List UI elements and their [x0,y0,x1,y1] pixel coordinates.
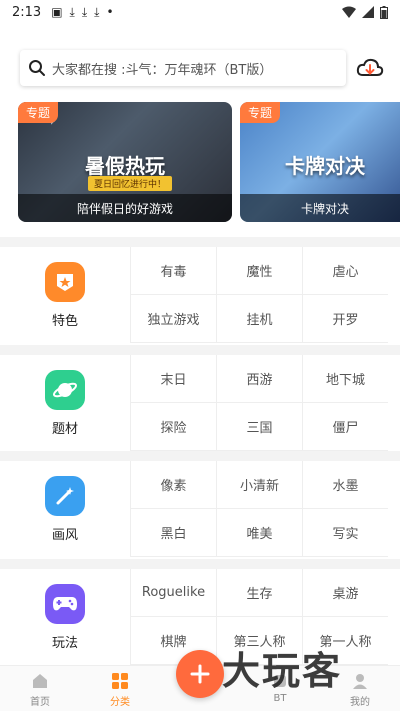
section-divider [0,345,400,355]
tag-item[interactable]: 唯美 [216,509,302,557]
section-divider [0,451,400,461]
category-label: 画风 [51,527,78,543]
category-label: 玩法 [51,635,78,651]
nav-label: 我的 [350,697,370,708]
banner-carousel: ✦ 专题 暑假热玩 夏日回忆进行中！ 陪伴假日的好游戏 专题 卡牌对决 卡牌对决 [18,102,400,222]
watermark: 大玩客 [222,648,343,693]
wifi-icon [342,6,356,18]
banner-headline: 暑假热玩 [85,154,165,178]
search-placeholder: 大家都在搜 :斗气：万年魂环（BT版） [52,62,273,78]
tag-item[interactable]: 黑白 [130,509,216,557]
tag-item[interactable]: 探险 [130,403,216,451]
download-icon: ⤓ [94,4,100,19]
tag-item[interactable]: 有毒 [130,247,216,295]
plus-icon [190,664,210,684]
banner-card-battle[interactable]: 专题 卡牌对决 卡牌对决 [240,102,400,222]
battery-icon [380,5,388,19]
home-icon [33,674,47,688]
signal-icon [362,6,374,18]
category-label: 题材 [51,421,78,437]
tag-grid: 有毒 魔性 虐心 独立游戏 挂机 开罗 [130,247,400,343]
banner-tag: 专题 [240,102,281,123]
tag-item[interactable]: 虐心 [302,247,388,295]
category-art-style-header[interactable]: 画风 [0,461,130,557]
tag-item[interactable]: Roguelike [130,569,216,617]
tag-item[interactable]: 像素 [130,461,216,509]
section-divider [0,559,400,569]
category-theme-header[interactable]: 题材 [0,355,130,451]
category-feature: 特色 有毒 魔性 虐心 独立游戏 挂机 开罗 [0,247,400,343]
user-icon [353,674,367,689]
tag-item[interactable]: 挂机 [216,295,302,343]
download-icon: ⤓ [81,4,88,19]
tag-item[interactable]: 末日 [130,355,216,403]
tag-item[interactable]: 独立游戏 [130,295,216,343]
dot-icon: • [106,4,114,19]
nav-label: 分类 [110,697,130,708]
banner-caption: 卡牌对决 [240,194,400,222]
planet-icon [45,369,85,410]
status-time: 2:13 [12,4,42,20]
download-icon: ⤓ [69,4,75,19]
category-label: 特色 [51,313,78,329]
section-divider [0,237,400,247]
tag-grid: 末日 西游 地下城 探险 三国 僵尸 [130,355,400,451]
nav-category[interactable]: 分类 [90,672,150,708]
image-icon: ▣ [51,4,63,19]
star-badge-icon [45,261,85,302]
nav-home[interactable]: 首页 [10,672,70,708]
tag-item[interactable]: 小清新 [216,461,302,509]
tag-item[interactable]: 生存 [216,569,302,617]
cloud-download-icon[interactable] [356,56,384,80]
nav-label: 首页 [30,697,50,708]
system-icons [342,5,388,19]
category-gameplay-header[interactable]: 玩法 [0,569,130,665]
tag-item[interactable]: 西游 [216,355,302,403]
add-button[interactable] [176,650,224,698]
tag-item[interactable]: 地下城 [302,355,388,403]
category-art-style: 画风 像素 小清新 水墨 黑白 唯美 写实 [0,461,400,557]
banner-headline: 卡牌对决 [285,154,365,178]
grid-icon [112,673,128,689]
category-feature-header[interactable]: 特色 [0,247,130,343]
banner-caption: 陪伴假日的好游戏 [18,194,232,222]
tag-item[interactable]: 魔性 [216,247,302,295]
tag-item[interactable]: 水墨 [302,461,388,509]
tag-item[interactable]: 桌游 [302,569,388,617]
tag-item[interactable]: 三国 [216,403,302,451]
banner-tag: 专题 [18,102,59,123]
tag-item[interactable]: 写实 [302,509,388,557]
tag-item[interactable]: 僵尸 [302,403,388,451]
magic-wand-icon [45,475,85,516]
banner-subtag: 夏日回忆进行中！ [88,176,173,191]
banner-summer-games[interactable]: ✦ 专题 暑假热玩 夏日回忆进行中！ 陪伴假日的好游戏 [18,102,232,222]
notification-icons: ▣ ⤓ ⤓ ⤓ • [51,5,113,20]
category-theme: 题材 末日 西游 地下城 探险 三国 僵尸 [0,355,400,451]
status-bar: 2:13 ▣ ⤓ ⤓ ⤓ • [0,0,400,24]
search-icon [29,60,45,76]
tag-grid: 像素 小清新 水墨 黑白 唯美 写实 [130,461,400,557]
search-bar[interactable]: 大家都在搜 :斗气：万年魂环（BT版） [20,50,346,86]
tag-item[interactable]: 开罗 [302,295,388,343]
gamepad-icon [45,583,85,624]
